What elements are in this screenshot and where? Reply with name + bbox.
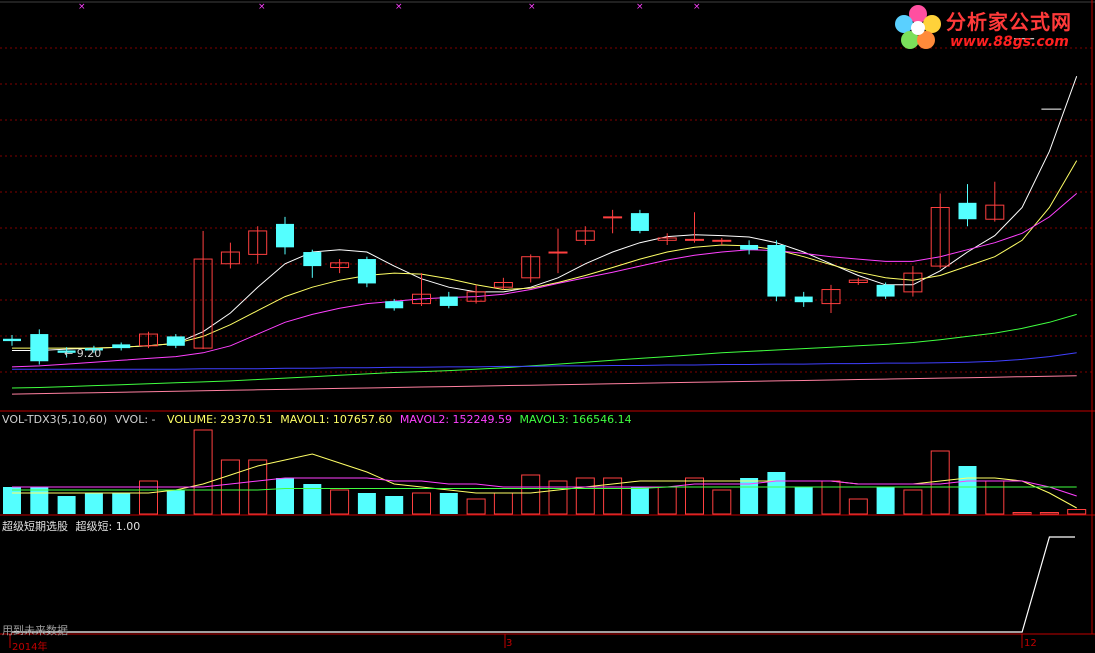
top-marker-5: ×	[693, 2, 701, 12]
price-ma-line-4	[12, 352, 1077, 370]
vvol-value: VVOL: -	[114, 413, 156, 426]
candle-body	[303, 252, 322, 267]
stock-chart: × × × × × ×	[0, 0, 1095, 648]
volume-bar	[493, 492, 513, 515]
candle-body	[740, 245, 759, 250]
candle-body	[767, 245, 786, 297]
volume-bar	[794, 487, 813, 514]
volume-bar	[930, 450, 950, 515]
volume-bar	[466, 498, 486, 515]
volume-bar	[57, 496, 76, 514]
future-data-note: 用到未来数据	[2, 624, 68, 637]
volume-bar	[712, 489, 732, 515]
low-price-value: 9.20	[76, 347, 102, 360]
candle-body	[276, 223, 294, 248]
top-marker-0: ×	[78, 2, 86, 12]
volume-bar	[1012, 512, 1032, 515]
x-label-month-3: 3	[506, 638, 513, 649]
candle-body	[794, 296, 813, 303]
volume-bar	[767, 472, 786, 514]
candle-body	[439, 296, 458, 306]
volume-bar	[630, 487, 649, 514]
candle-body	[112, 344, 131, 349]
price-ma-line-0	[12, 76, 1078, 351]
volume-bar	[193, 429, 213, 515]
candle-body	[876, 284, 895, 297]
top-marker-1: ×	[258, 2, 266, 12]
brand-name: 分析家公式网	[946, 10, 1072, 34]
low-price-marker: ← 9.20	[64, 347, 102, 360]
volume-bar	[84, 493, 103, 514]
volume-legend: VOL-TDX3(5,10,60) VVOL: - VOLUME: 29370.…	[2, 413, 632, 426]
price-ma-line-1	[12, 160, 1078, 349]
volume-bar	[3, 487, 21, 514]
volume-bar	[848, 498, 868, 515]
volume-bar	[1039, 512, 1059, 515]
volume-bar	[385, 496, 404, 514]
volume-bar	[412, 492, 431, 515]
volume-indicator-name: VOL-TDX3(5,10,60)	[2, 413, 108, 426]
candle-body	[712, 239, 732, 242]
volume-bar	[166, 490, 185, 514]
volume-bar	[139, 480, 158, 515]
volume-bar	[30, 487, 49, 514]
candle-body	[30, 334, 49, 362]
volume-bar	[985, 480, 1005, 515]
top-marker-2: ×	[395, 2, 403, 12]
candle-body	[685, 238, 704, 241]
volume-value: VOLUME: 29370.51	[167, 413, 273, 426]
top-marker-4: ×	[636, 2, 644, 12]
brand-logo: 分析家公式网 www.88gs.com	[890, 2, 1090, 54]
mavol1-value: MAVOL1: 107657.60	[280, 413, 393, 426]
volume-bar	[903, 489, 923, 515]
candle-body	[3, 338, 21, 342]
candle-body	[548, 251, 568, 254]
volume-bar	[357, 493, 376, 514]
volume-bar	[548, 480, 568, 515]
volume-bar	[439, 493, 458, 514]
mavol3-value: MAVOL3: 166546.14	[519, 413, 632, 426]
volume-bar	[876, 487, 895, 514]
volume-bar	[821, 480, 841, 515]
candle-body	[603, 216, 623, 219]
candle-body	[630, 213, 649, 231]
signal-legend: 超级短期选股 超级短: 1.00	[2, 518, 140, 534]
volume-bar	[521, 474, 541, 515]
signal-line	[12, 536, 1075, 633]
candle-body	[385, 301, 404, 309]
price-ma-line-5	[11, 375, 1077, 395]
volume-bar	[575, 477, 595, 515]
volume-bar	[220, 459, 240, 515]
flower-icon	[895, 5, 941, 49]
volume-bar	[657, 486, 677, 515]
mavol2-value: MAVOL2: 152249.59	[399, 413, 513, 426]
candle-body	[958, 202, 977, 220]
signal-value: 超级短: 1.00	[75, 520, 141, 533]
volume-bar	[330, 489, 350, 515]
candle-body	[357, 259, 376, 284]
signal-indicator-name: 超级短期选股	[2, 520, 68, 533]
x-label-month-12: 12	[1024, 638, 1037, 649]
volume-bar	[685, 477, 704, 515]
volume-bar	[958, 466, 977, 514]
volume-bar	[276, 478, 294, 514]
volume-bar	[112, 493, 131, 514]
top-marker-3: ×	[528, 2, 536, 12]
volume-bar	[1067, 509, 1087, 515]
brand-url: www.88gs.com	[950, 34, 1069, 50]
x-label-year: 2014年	[12, 642, 48, 653]
price-ma-line-3	[11, 313, 1077, 389]
candle-body	[166, 336, 185, 346]
